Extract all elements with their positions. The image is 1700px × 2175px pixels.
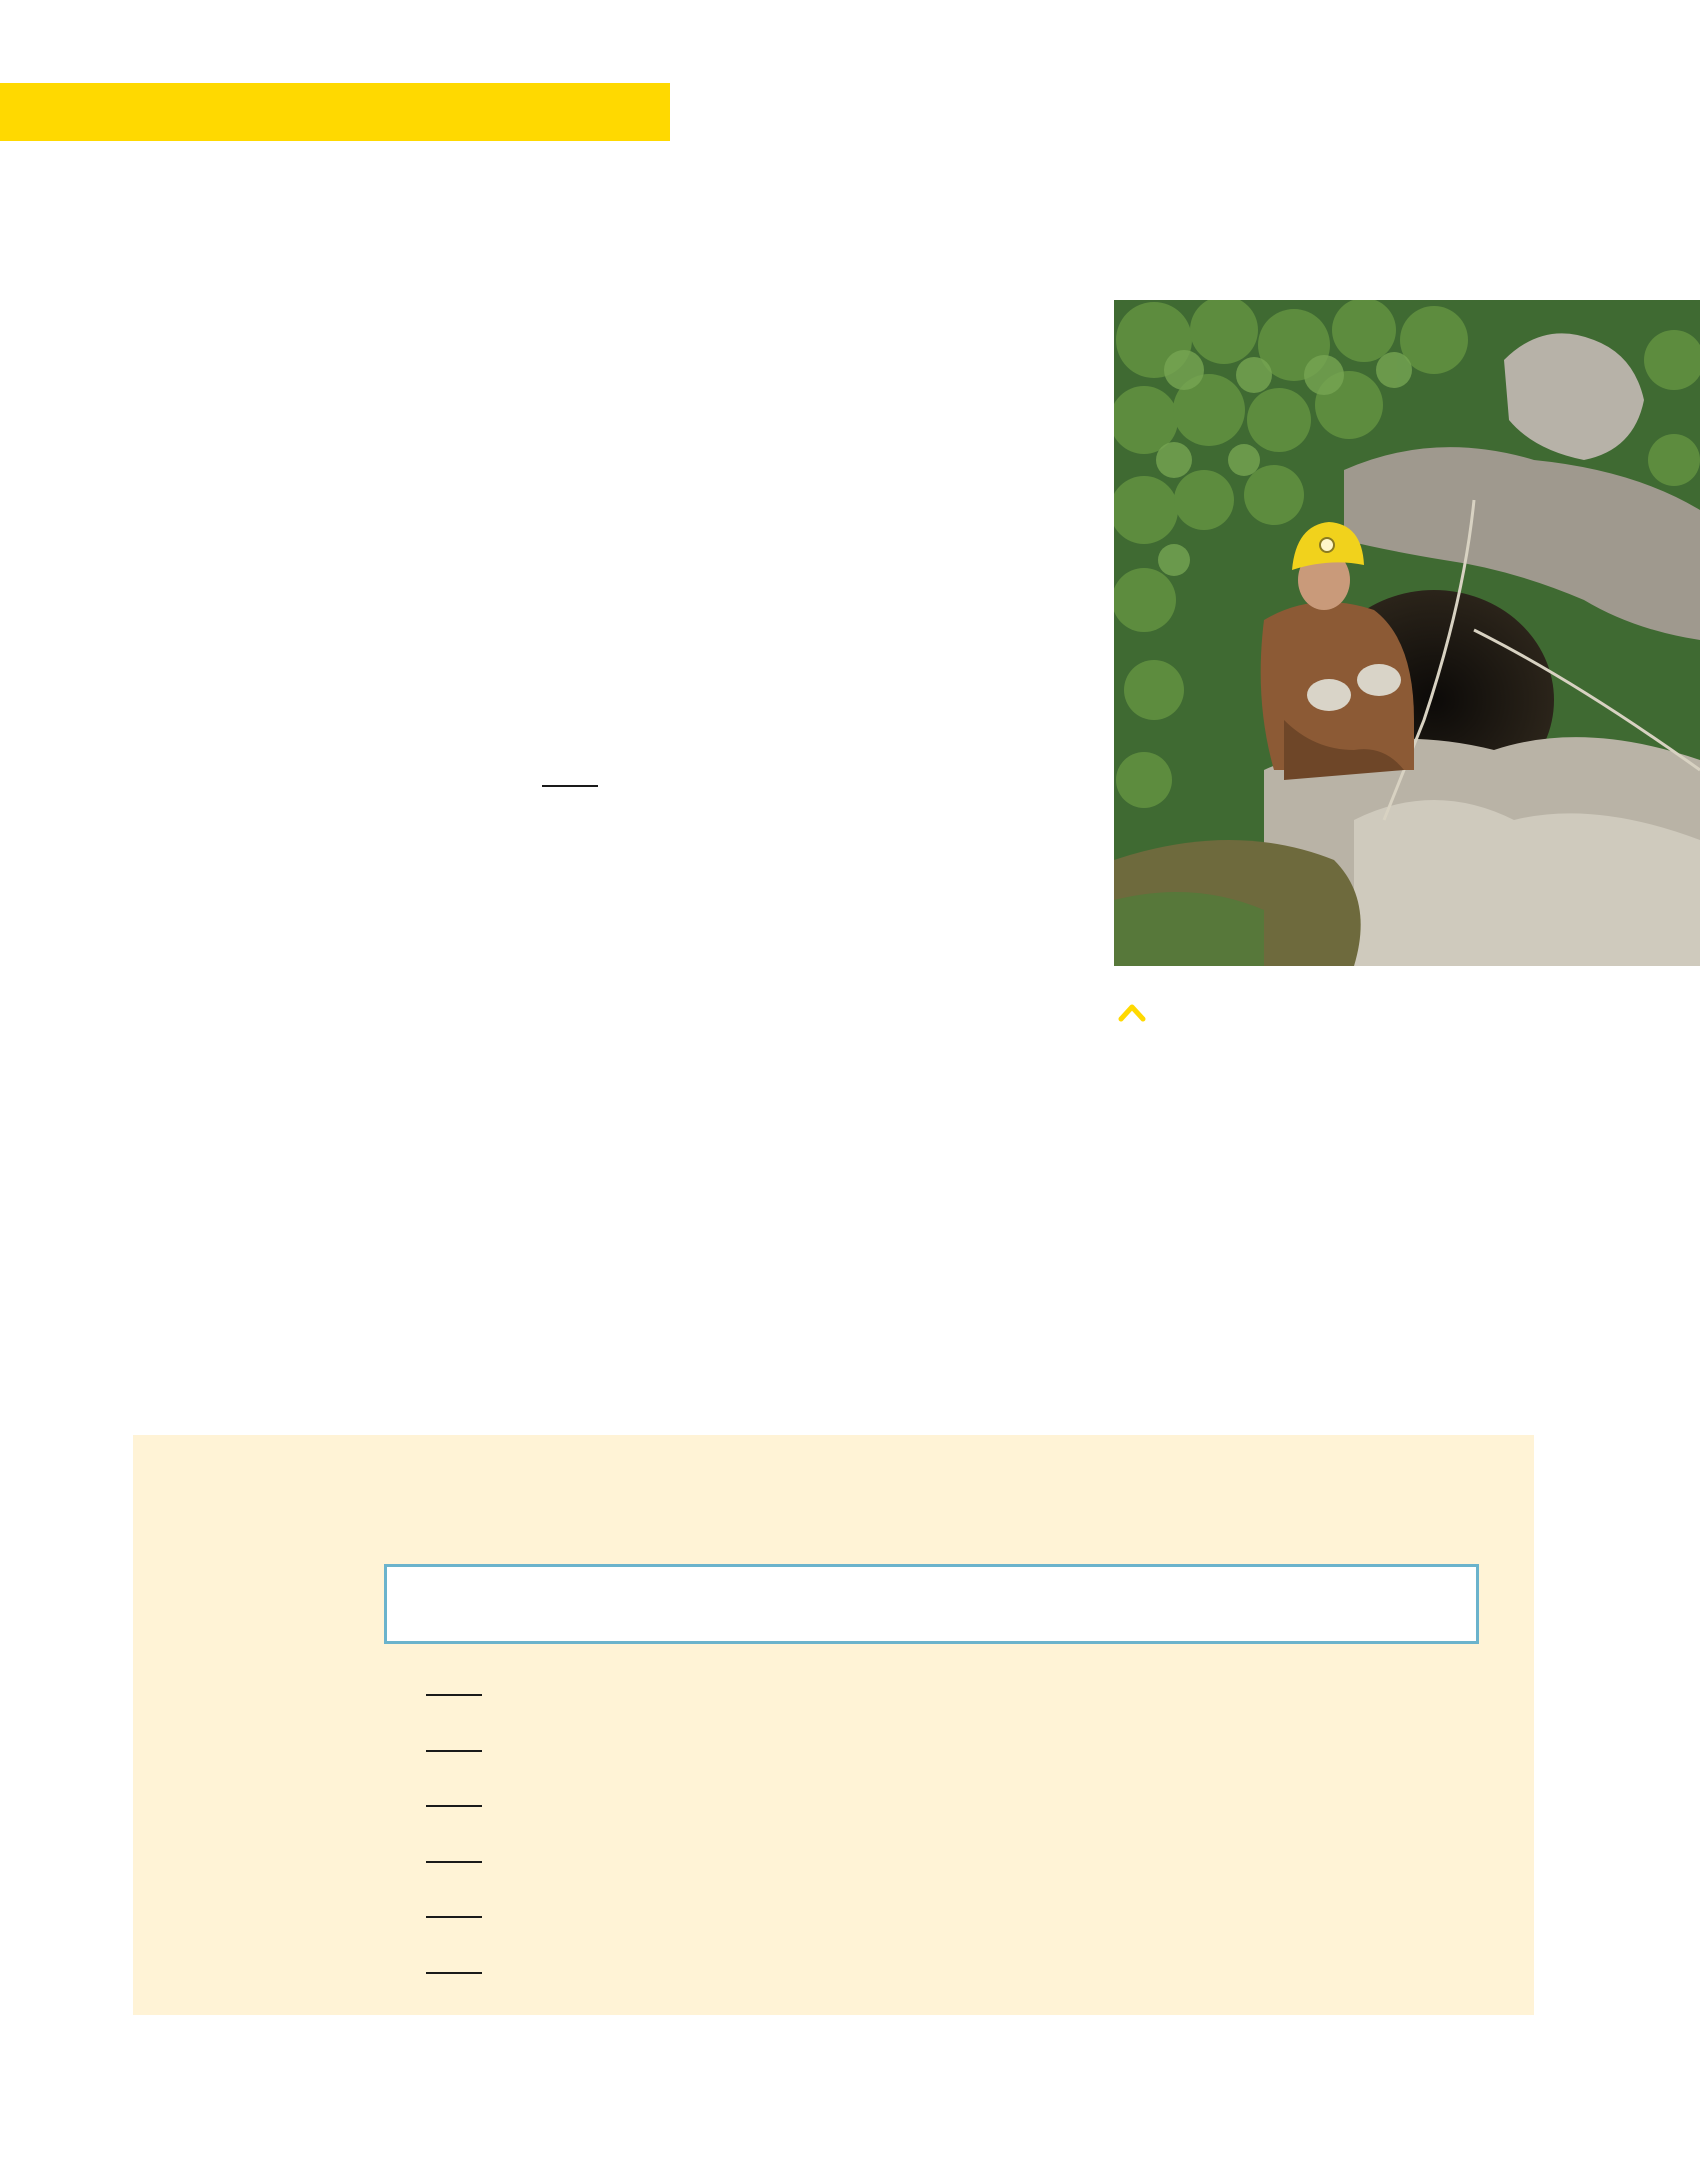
answer-blank-line[interactable]: [426, 1860, 482, 1863]
answer-blank-line[interactable]: [426, 1749, 482, 1752]
answer-blank-line[interactable]: [426, 1694, 482, 1696]
answer-blank-line[interactable]: [426, 1805, 482, 1807]
caver-photo-illustration: [1114, 300, 1700, 966]
caret-up-icon: [1117, 1000, 1147, 1024]
answer-blank-line[interactable]: [542, 785, 598, 787]
answer-blank-line[interactable]: [426, 1971, 482, 1974]
activity-panel: [133, 1435, 1534, 2015]
caver-photo: [1114, 300, 1700, 966]
section-header-bar: [0, 83, 670, 141]
word-bank-box: [384, 1564, 1479, 1644]
answer-blank-line[interactable]: [426, 1916, 482, 1918]
